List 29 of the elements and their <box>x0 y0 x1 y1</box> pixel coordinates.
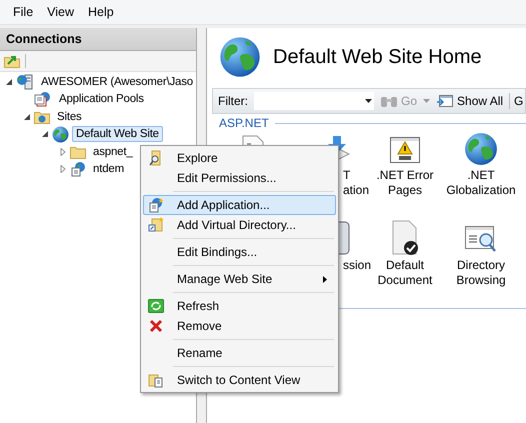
menu-item[interactable]: Refresh <box>143 296 336 316</box>
tree-item[interactable]: AWESOMER (Awesomer\Jaso <box>37 74 196 90</box>
tree-item[interactable]: Default Web Site <box>72 126 163 142</box>
menu-item[interactable]: Add Virtual Directory... <box>143 215 336 235</box>
menu-item[interactable]: File <box>6 2 40 22</box>
menu-item[interactable]: Edit Bindings... <box>143 242 336 262</box>
menu-item[interactable]: Remove <box>143 316 336 336</box>
feature-label[interactable]: .NET Error Pages <box>376 168 434 198</box>
menu-item[interactable]: View <box>40 2 82 22</box>
feature-label[interactable]: .NET Globalization <box>446 168 516 198</box>
toolbar-label[interactable]: G <box>514 94 524 108</box>
menu-item[interactable]: Switch to Content View <box>143 370 336 390</box>
feature-label[interactable]: Directory Browsing <box>456 258 506 288</box>
tree-item[interactable]: ntdem <box>89 161 128 178</box>
tree-item[interactable]: Sites <box>53 108 86 125</box>
filter-label: Filter: <box>218 94 248 108</box>
menu-item[interactable]: Help <box>81 2 121 22</box>
panel-title: Connections <box>0 28 196 51</box>
feature-label[interactable]: Default Document <box>378 258 432 288</box>
tree-item[interactable]: Application Pools <box>55 91 148 108</box>
menu-item[interactable]: Explore <box>143 148 336 168</box>
menu-item[interactable]: Add Application... <box>143 195 336 215</box>
menu-item[interactable]: Edit Permissions... <box>143 168 336 188</box>
group-title: ASP.NET <box>219 116 269 130</box>
menu-item[interactable]: Manage Web Site <box>143 269 336 289</box>
show-all-button[interactable]: Show All <box>434 93 506 109</box>
page-title: Default Web Site Home <box>273 46 482 68</box>
tree-item[interactable]: aspnet_ <box>89 144 137 160</box>
menu-item[interactable]: Rename <box>143 343 336 363</box>
